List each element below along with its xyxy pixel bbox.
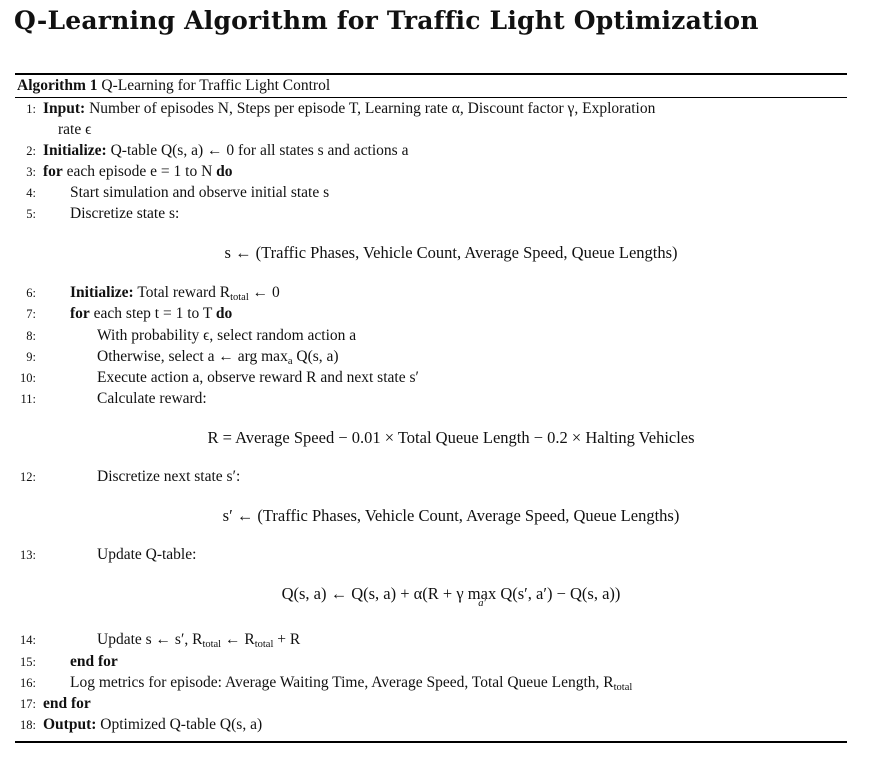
line-number: 16: [20, 676, 36, 690]
line-text: ← R [221, 631, 255, 648]
line-number: 15: [20, 655, 36, 669]
max-subscript: a′ [478, 598, 486, 609]
line-text: Q(s, a) [292, 348, 339, 365]
line-text: ← 0 [248, 284, 280, 301]
line-number: 8: [26, 329, 36, 343]
line-text: Start simulation and observe initial sta… [70, 184, 330, 201]
line-number: 11: [20, 392, 36, 406]
keyword: end for [70, 653, 118, 670]
line-number: 13: [20, 548, 36, 562]
bottom-rule [15, 741, 847, 743]
line-text: Discretize state s: [70, 205, 180, 222]
line-number: 6: [26, 286, 36, 300]
algo-line-1-continuation: rate ϵ [58, 121, 92, 138]
line-text: Calculate reward: [97, 390, 207, 407]
top-rule [15, 73, 847, 75]
line-number: 4: [26, 186, 36, 200]
algorithm-header: Algorithm 1 Q-Learning for Traffic Light… [17, 77, 330, 95]
keyword: do [216, 163, 233, 180]
line-text: Otherwise, select a ← arg max [97, 348, 288, 365]
display-equation-q-update: Q(s, a) ← Q(s, a) + α(R + γ max a′ Q(s′, … [0, 584, 882, 609]
line-text: each episode e = 1 to N [66, 163, 213, 180]
line-text: Discretize next state s′: [97, 468, 241, 485]
header-rule [15, 97, 847, 98]
page-title: Q-Learning Algorithm for Traffic Light O… [14, 6, 759, 35]
line-text: Number of episodes N, Steps per episode … [89, 100, 656, 117]
keyword: Initialize: [70, 284, 134, 301]
algorithm-name: Q-Learning for Traffic Light Control [101, 77, 331, 94]
line-text: each step t = 1 to T [93, 305, 213, 322]
line-text: Execute action a, observe reward R and n… [97, 369, 419, 386]
keyword: end for [43, 695, 91, 712]
line-number: 12: [20, 470, 36, 484]
line-number: 10: [20, 371, 36, 385]
line-number: 17: [20, 697, 36, 711]
display-equation-reward: R = Average Speed − 0.01 × Total Queue L… [207, 428, 695, 447]
line-number: 18: [20, 718, 36, 732]
subscript: total [202, 639, 222, 650]
line-text: + R [273, 631, 301, 648]
line-text: Update s ← s′, R [97, 631, 203, 648]
line-number: 9: [26, 350, 36, 364]
line-number: 7: [26, 307, 36, 321]
line-number: 2: [26, 144, 36, 158]
display-equation-state: s ← (Traffic Phases, Vehicle Count, Aver… [224, 243, 678, 262]
keyword: Output: [43, 716, 97, 733]
equation-part: Q(s′, a′) − Q(s, a)) [496, 584, 621, 603]
keyword: for [70, 305, 90, 322]
subscript: total [613, 682, 633, 693]
line-number: 5: [26, 207, 36, 221]
subscript: total [254, 639, 274, 650]
keyword: Input: [43, 100, 86, 117]
line-text: Update Q-table: [97, 546, 197, 563]
line-text: Total reward R [137, 284, 231, 301]
max-operator: max a′ [468, 584, 496, 609]
line-number: 14: [20, 633, 36, 647]
line-number: 1: [26, 102, 36, 116]
display-equation-next-state: s′ ← (Traffic Phases, Vehicle Count, Ave… [222, 506, 680, 525]
line-text: Optimized Q-table Q(s, a) [100, 716, 263, 733]
line-text: Q-table Q(s, a) ← 0 for all states s and… [110, 142, 409, 159]
keyword: do [215, 305, 233, 322]
equation-part: Q(s, a) ← Q(s, a) + α(R + γ [281, 584, 468, 603]
keyword: for [43, 163, 63, 180]
subscript: total [230, 292, 249, 303]
line-text: Log metrics for episode: Average Waiting… [70, 674, 614, 691]
keyword: Initialize: [43, 142, 107, 159]
line-text: With probability ϵ, select random action… [97, 327, 357, 344]
algorithm-label: Algorithm 1 [17, 77, 98, 94]
line-number: 3: [26, 165, 36, 179]
